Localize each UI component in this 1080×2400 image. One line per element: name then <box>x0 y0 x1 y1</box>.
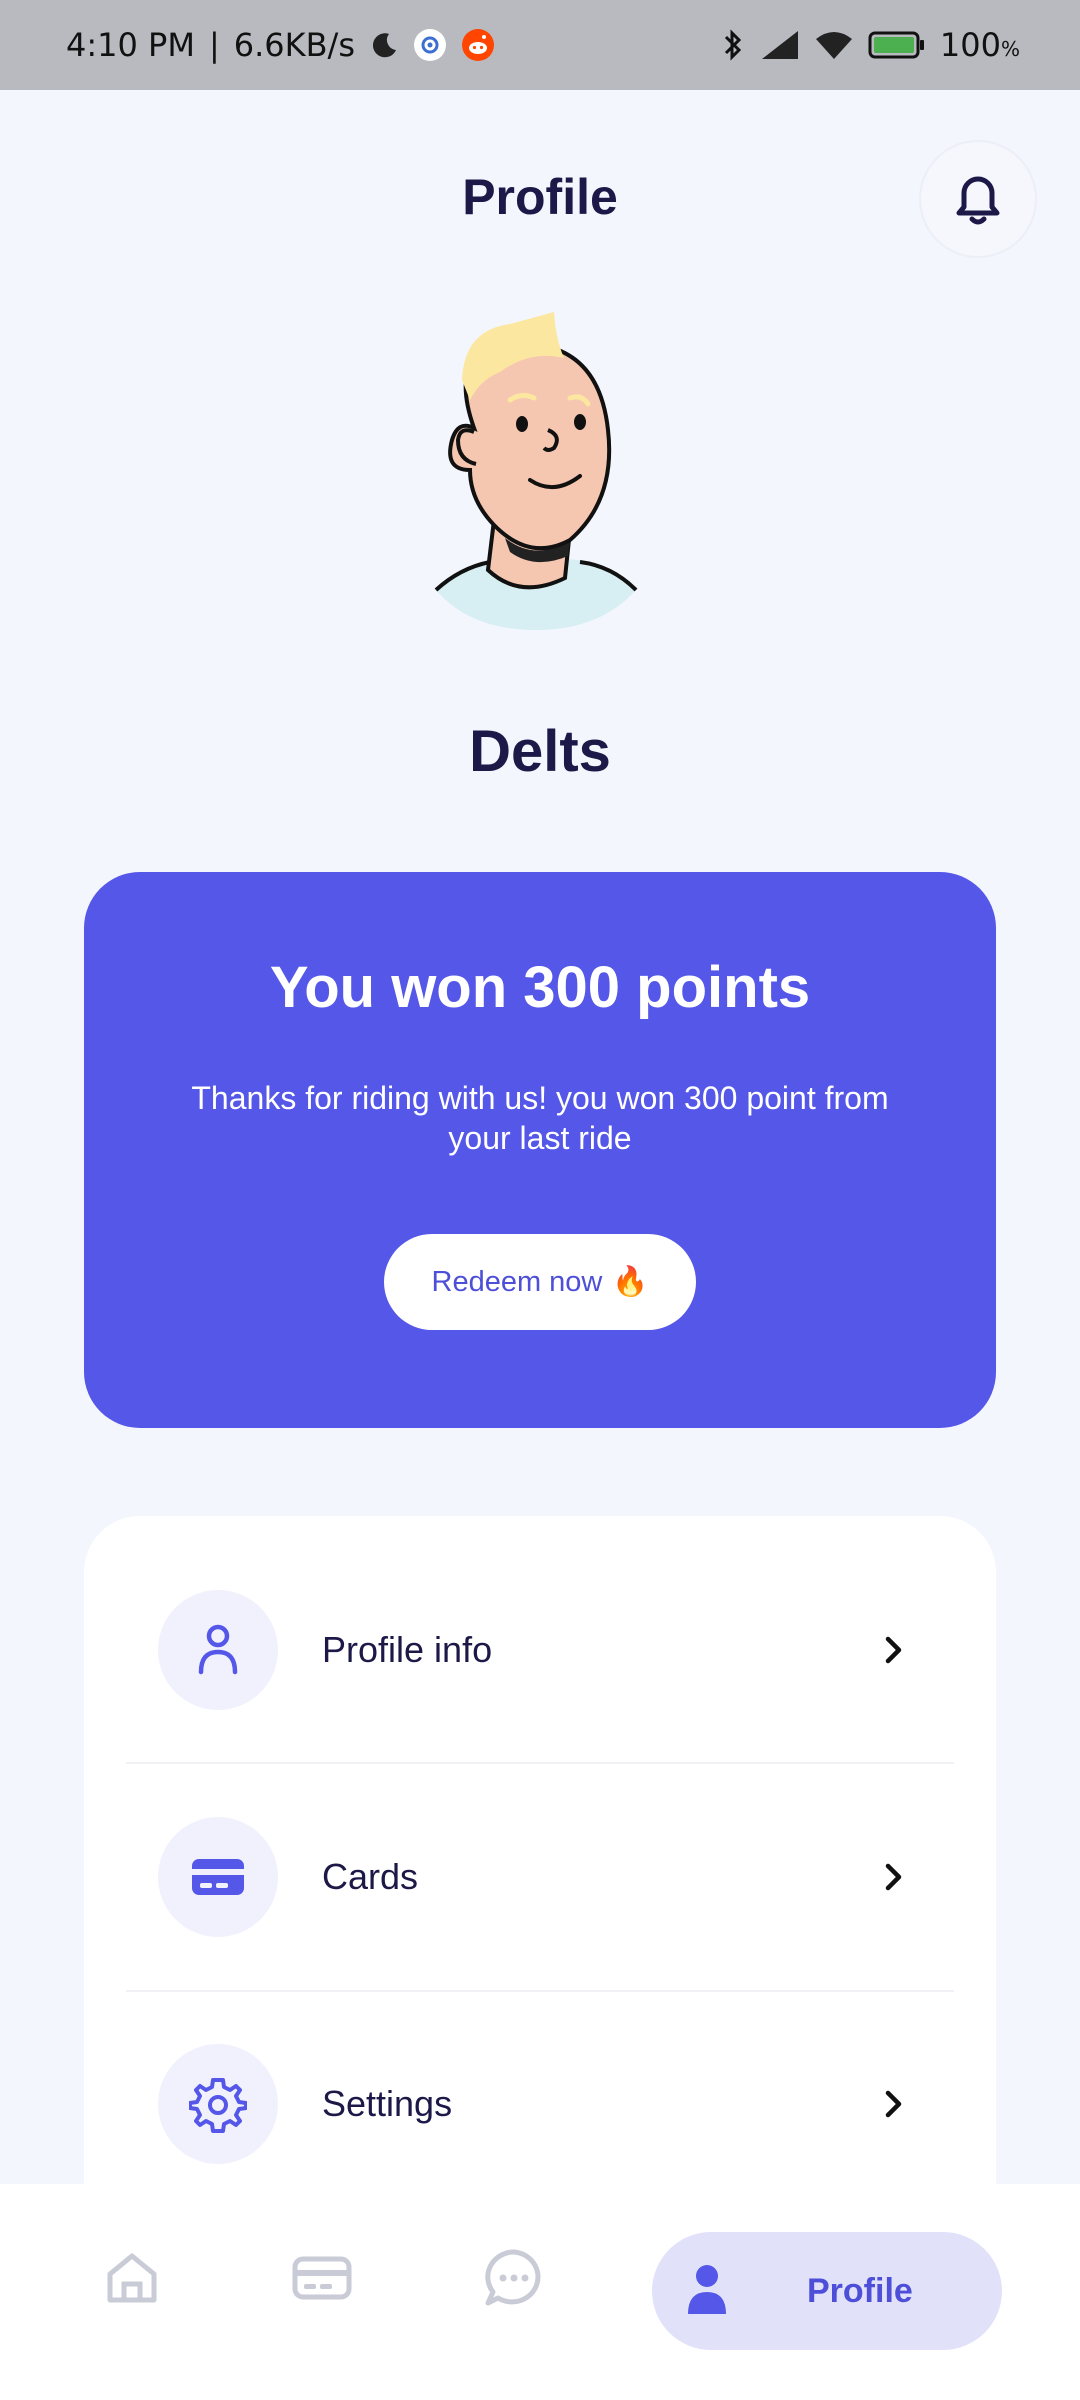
card-icon <box>158 1817 278 1937</box>
page-title: Profile <box>462 169 618 225</box>
app-gear-icon <box>413 28 447 62</box>
avatar <box>430 300 650 640</box>
menu-item-label: Cards <box>322 1856 419 1897</box>
nav-home-button[interactable] <box>96 2244 168 2316</box>
bell-icon <box>950 167 1006 232</box>
redeem-button[interactable]: Redeem now 🔥 <box>384 1234 696 1330</box>
divider <box>126 1990 954 1992</box>
status-net-speed: 6.6KB/s <box>233 26 355 64</box>
menu-item-profile-info[interactable]: Profile info <box>84 1550 996 1750</box>
menu-panel: Profile info Cards Settings <box>84 1516 996 2236</box>
chevron-right-icon <box>882 2088 906 2120</box>
status-left: 4:10 PM | 6.6KB/s <box>66 26 495 64</box>
person-icon <box>682 2262 732 2323</box>
fire-icon: 🔥 <box>612 1266 649 1298</box>
menu-item-label: Profile info <box>322 1629 493 1670</box>
bottom-nav: Profile <box>0 2184 1080 2400</box>
nav-profile-button[interactable]: Profile <box>652 2232 1002 2350</box>
card-icon <box>292 2255 352 2306</box>
gear-icon <box>158 2044 278 2164</box>
reddit-icon <box>461 28 495 62</box>
notifications-button[interactable] <box>919 140 1037 258</box>
points-card: You won 300 points Thanks for riding wit… <box>84 872 996 1428</box>
person-icon <box>158 1590 278 1710</box>
divider <box>126 1762 954 1764</box>
status-separator: | <box>208 26 220 64</box>
moon-icon <box>369 30 399 60</box>
nav-chat-button[interactable] <box>478 2244 550 2316</box>
user-name: Delts <box>469 719 611 784</box>
points-description: Thanks for riding with us! you won 300 p… <box>191 1080 889 1156</box>
menu-item-settings[interactable]: Settings <box>84 2004 996 2204</box>
chevron-right-icon <box>882 1634 906 1666</box>
status-time: 4:10 PM <box>66 26 195 64</box>
nav-cards-button[interactable] <box>286 2244 358 2316</box>
menu-item-label: Settings <box>322 2083 453 2124</box>
battery-icon <box>868 30 926 60</box>
chat-icon <box>484 2248 544 2313</box>
bluetooth-icon <box>720 28 746 62</box>
nav-profile-label: Profile <box>807 2271 913 2310</box>
status-bar: 4:10 PM | 6.6KB/s 100% <box>0 0 1080 90</box>
signal-icon <box>760 29 800 61</box>
redeem-label: Redeem now <box>431 1265 603 1298</box>
wifi-icon <box>814 29 854 61</box>
points-title: You won 300 points <box>269 955 811 1020</box>
status-right: 100% <box>720 26 1020 64</box>
menu-item-cards[interactable]: Cards <box>84 1777 996 1977</box>
chevron-right-icon <box>882 1861 906 1893</box>
battery-level: 100% <box>939 26 1020 64</box>
home-icon <box>102 2248 162 2313</box>
